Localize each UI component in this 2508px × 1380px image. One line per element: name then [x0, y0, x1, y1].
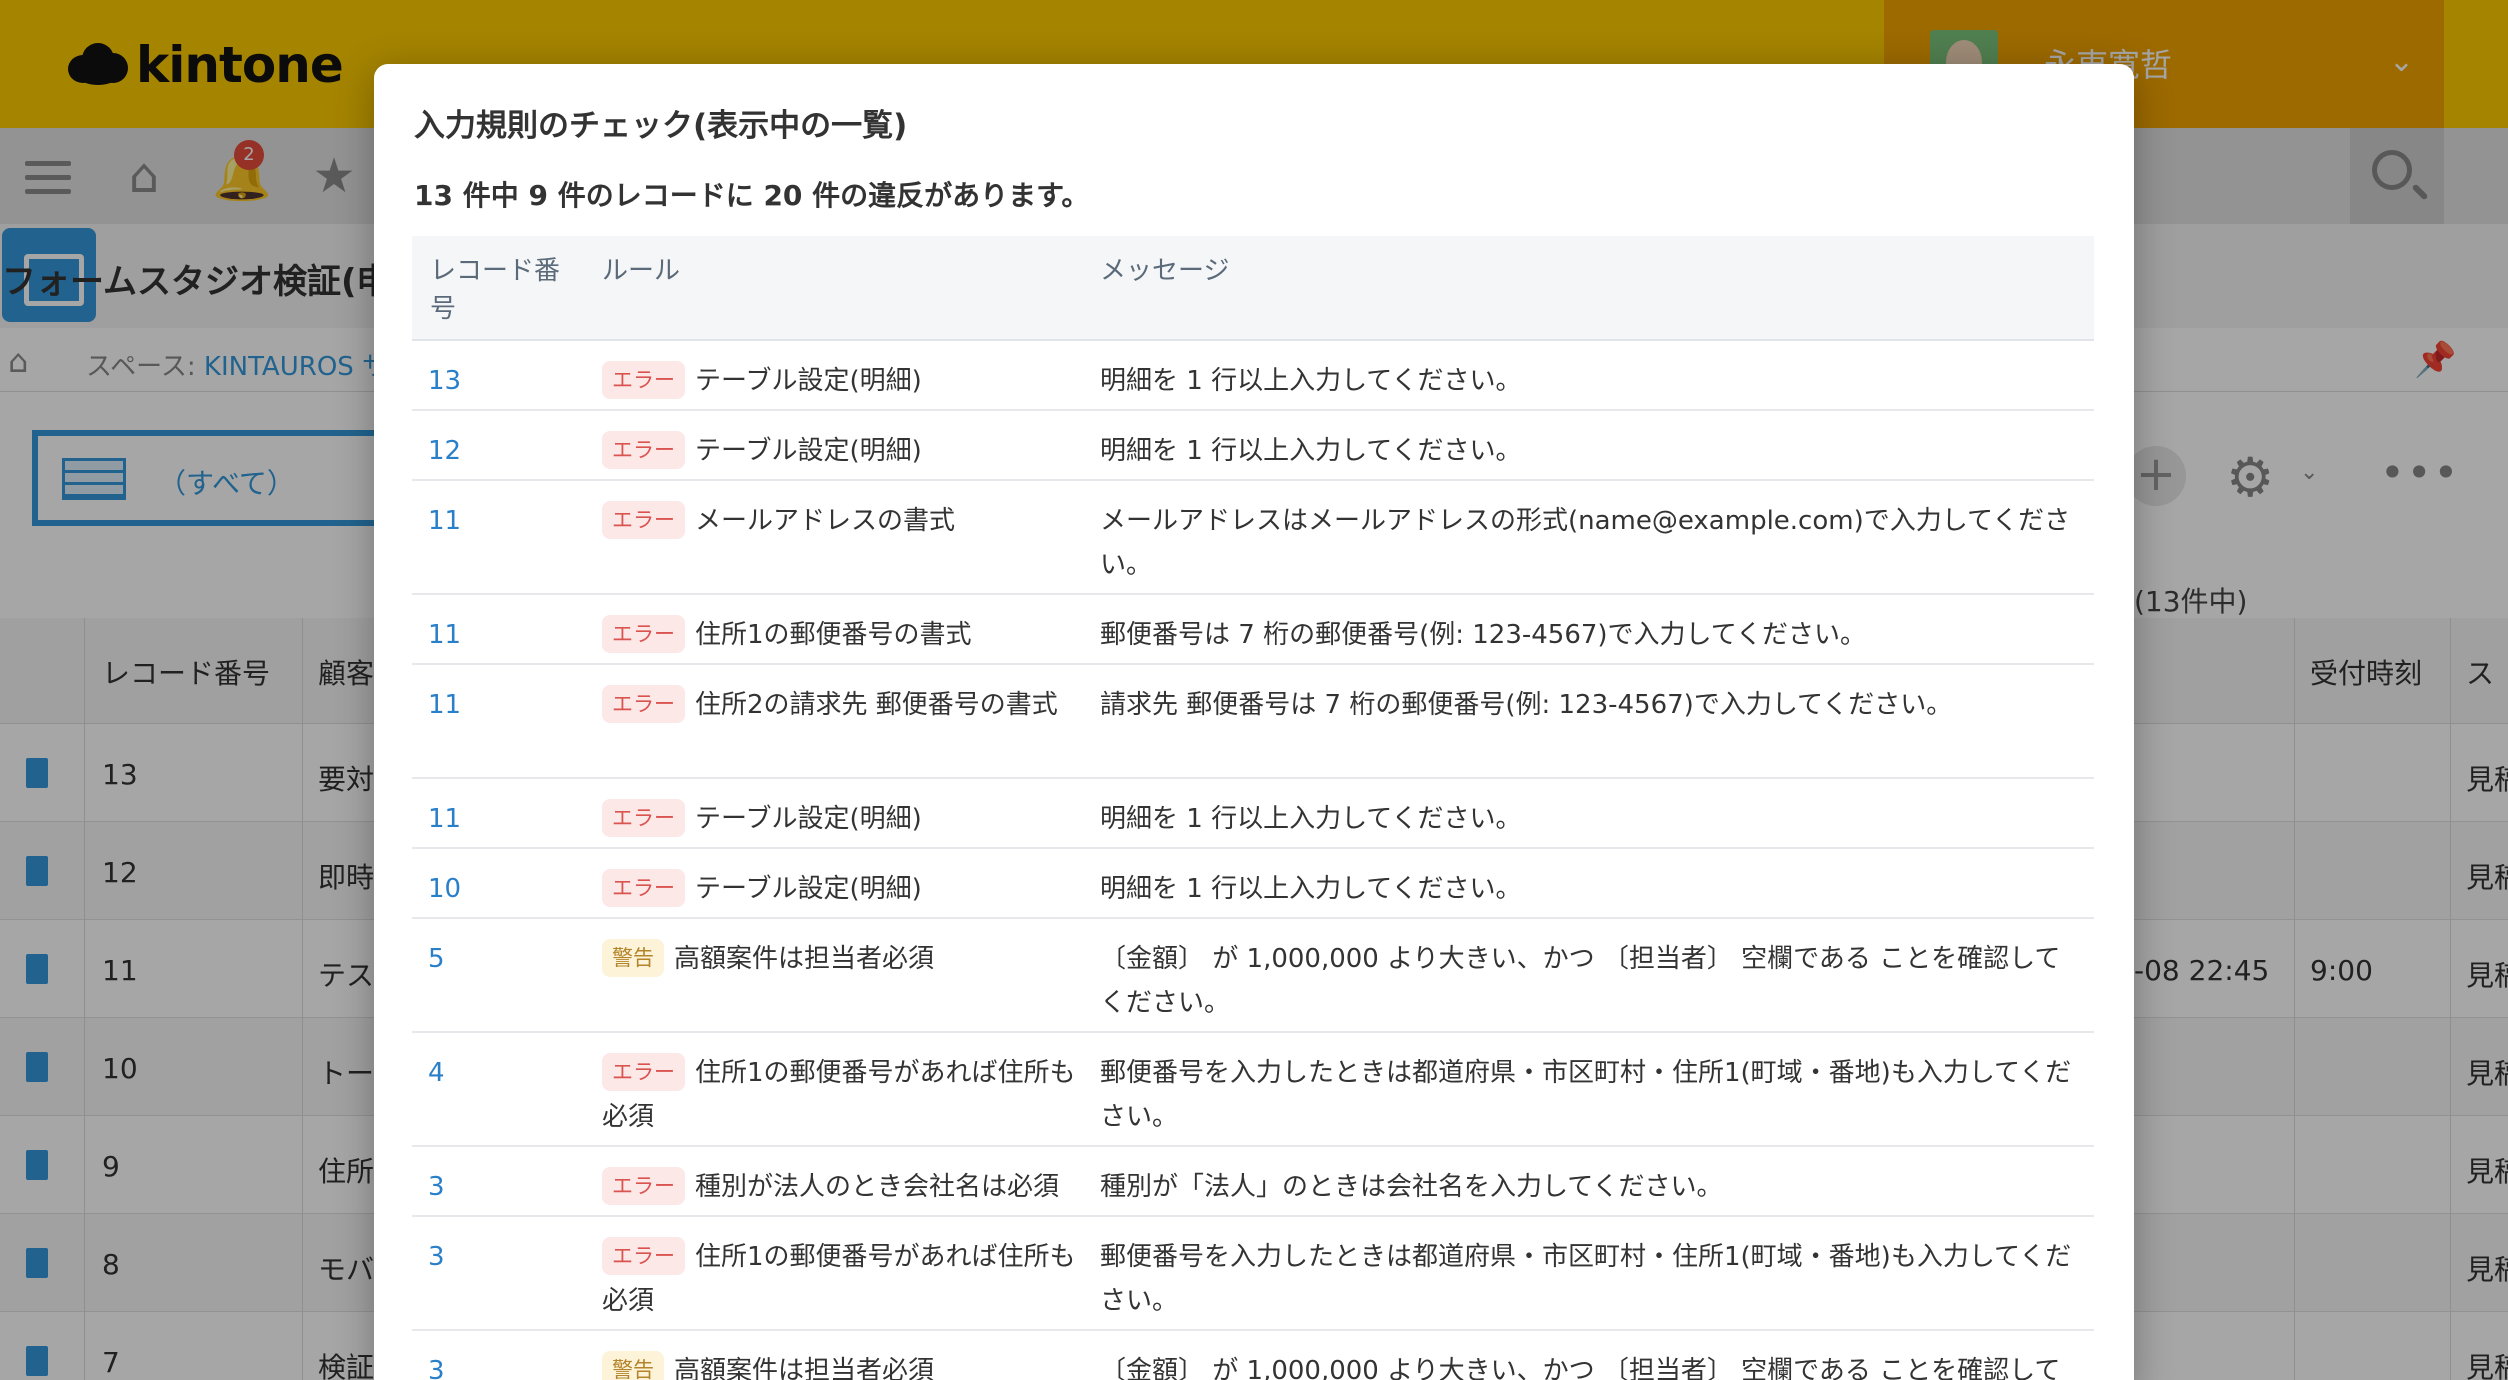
rule-cell: エラー 住所2の請求先 郵便番号の書式 [602, 683, 1092, 727]
violation-row: 11 エラー 住所1の郵便番号の書式 郵便番号は 7 桁の郵便番号(例: 123-45… [412, 595, 2094, 665]
rule-cell: エラー 住所1の郵便番号があれば住所も必須 [602, 1235, 1092, 1323]
severity-badge: エラー [602, 615, 685, 653]
rule-cell: エラー テーブル設定(明細) [602, 797, 1092, 841]
record-link[interactable]: 3 [428, 1235, 445, 1279]
rule-name: 住所1の郵便番号の書式 [695, 620, 972, 650]
violation-message: メールアドレスはメールアドレスの形式(name@example.com)で入力し… [1100, 506, 2071, 580]
record-link[interactable]: 11 [428, 683, 461, 727]
violation-row: 5 警告 高額案件は担当者必須 〔金額〕 が 1,000,000 より大きい、かつ 〔… [412, 919, 2094, 1033]
rule-cell: エラー テーブル設定(明細) [602, 359, 1092, 403]
violation-row: 13 エラー テーブル設定(明細) 明細を 1 行以上入力してください。 [412, 341, 2094, 411]
severity-badge: エラー [602, 799, 685, 837]
record-link[interactable]: 10 [428, 867, 461, 911]
rule-name: 高額案件は担当者必須 [674, 1356, 935, 1380]
record-link[interactable]: 5 [428, 937, 445, 981]
violation-message: 郵便番号を入力したときは都道府県・市区町村・住所1(町域・番地)も入力してくださ… [1100, 1058, 2072, 1132]
violation-row: 12 エラー テーブル設定(明細) 明細を 1 行以上入力してください。 [412, 411, 2094, 481]
severity-badge: エラー [602, 431, 685, 469]
severity-badge: 警告 [602, 1351, 664, 1380]
column-header-rule: ルール [602, 256, 681, 286]
violation-row: 4 エラー 住所1の郵便番号があれば住所も必須 郵便番号を入力したときは都道府県・市区… [412, 1033, 2094, 1147]
rule-cell: エラー テーブル設定(明細) [602, 429, 1092, 473]
violation-message: 明細を 1 行以上入力してください。 [1100, 804, 1522, 834]
record-link[interactable]: 11 [428, 797, 461, 841]
violation-row: 11 エラー 住所2の請求先 郵便番号の書式 請求先 郵便番号は 7 桁の郵便番号(例… [412, 665, 2094, 779]
rule-name: 種別が法人のとき会社名は必須 [695, 1172, 1060, 1202]
severity-badge: エラー [602, 1167, 685, 1205]
violations-header-row: レコード番号 ルール メッセージ [412, 236, 2094, 341]
rule-cell: エラー 住所1の郵便番号があれば住所も必須 [602, 1051, 1092, 1139]
violation-row: 3 警告 高額案件は担当者必須 〔金額〕 が 1,000,000 より大きい、かつ 〔… [412, 1331, 2094, 1380]
severity-badge: エラー [602, 1237, 685, 1275]
column-header-record: レコード番号 [430, 256, 561, 324]
violation-row: 10 エラー テーブル設定(明細) 明細を 1 行以上入力してください。 [412, 849, 2094, 919]
rule-name: テーブル設定(明細) [695, 874, 922, 904]
violation-row: 11 エラー メールアドレスの書式 メールアドレスはメールアドレスの形式(name@e… [412, 481, 2094, 595]
violation-message: 明細を 1 行以上入力してください。 [1100, 436, 1522, 466]
dialog-title: 入力規則のチェック(表示中の一覧) [414, 108, 908, 144]
column-header-message: メッセージ [1100, 256, 1230, 286]
violations-table: レコード番号 ルール メッセージ 13 エラー テーブル設定(明細) 明細を 1 行以… [412, 236, 2094, 1380]
violation-message: 種別が「法人」のときは会社名を入力してください。 [1100, 1172, 1723, 1202]
violation-message: 郵便番号を入力したときは都道府県・市区町村・住所1(町域・番地)も入力してくださ… [1100, 1242, 2072, 1316]
record-link[interactable]: 13 [428, 359, 461, 403]
severity-badge: エラー [602, 501, 685, 539]
rule-name: メールアドレスの書式 [695, 506, 956, 536]
rule-name: テーブル設定(明細) [695, 436, 922, 466]
violation-message: 〔金額〕 が 1,000,000 より大きい、かつ 〔担当者〕 空欄である こと… [1100, 944, 2061, 1018]
violation-message: 〔金額〕 が 1,000,000 より大きい、かつ 〔担当者〕 空欄である こと… [1100, 1356, 2061, 1380]
severity-badge: エラー [602, 1053, 685, 1091]
rule-name: テーブル設定(明細) [695, 804, 922, 834]
record-link[interactable]: 3 [428, 1165, 445, 1209]
record-link[interactable]: 12 [428, 429, 461, 473]
rule-cell: エラー 住所1の郵便番号の書式 [602, 613, 1092, 657]
violation-message: 請求先 郵便番号は 7 桁の郵便番号(例: 123-4567)で入力してください… [1100, 690, 1953, 720]
severity-badge: エラー [602, 869, 685, 907]
severity-badge: エラー [602, 685, 685, 723]
violation-message: 郵便番号は 7 桁の郵便番号(例: 123-4567)で入力してください。 [1100, 620, 1866, 650]
record-link[interactable]: 4 [428, 1051, 445, 1095]
violation-message: 明細を 1 行以上入力してください。 [1100, 874, 1522, 904]
validation-check-dialog: 入力規則のチェック(表示中の一覧) 13 件中 9 件のレコードに 20 件の違… [374, 64, 2134, 1380]
record-link[interactable]: 11 [428, 613, 461, 657]
rule-cell: エラー 種別が法人のとき会社名は必須 [602, 1165, 1092, 1209]
violation-summary: 13 件中 9 件のレコードに 20 件の違反があります。 [414, 179, 1090, 212]
rule-name: テーブル設定(明細) [695, 366, 922, 396]
record-link[interactable]: 3 [428, 1349, 445, 1380]
violation-row: 3 エラー 住所1の郵便番号があれば住所も必須 郵便番号を入力したときは都道府県・市区… [412, 1217, 2094, 1331]
rule-cell: 警告 高額案件は担当者必須 [602, 1349, 1092, 1380]
rule-cell: エラー テーブル設定(明細) [602, 867, 1092, 911]
severity-badge: 警告 [602, 939, 664, 977]
severity-badge: エラー [602, 361, 685, 399]
rule-name: 住所2の請求先 郵便番号の書式 [695, 690, 1058, 720]
rule-cell: 警告 高額案件は担当者必須 [602, 937, 1092, 981]
record-link[interactable]: 11 [428, 499, 461, 543]
violation-row: 11 エラー テーブル設定(明細) 明細を 1 行以上入力してください。 [412, 779, 2094, 849]
rule-name: 高額案件は担当者必須 [674, 944, 935, 974]
rule-cell: エラー メールアドレスの書式 [602, 499, 1092, 543]
violation-message: 明細を 1 行以上入力してください。 [1100, 366, 1522, 396]
violation-row: 3 エラー 種別が法人のとき会社名は必須 種別が「法人」のときは会社名を入力してくださ… [412, 1147, 2094, 1217]
